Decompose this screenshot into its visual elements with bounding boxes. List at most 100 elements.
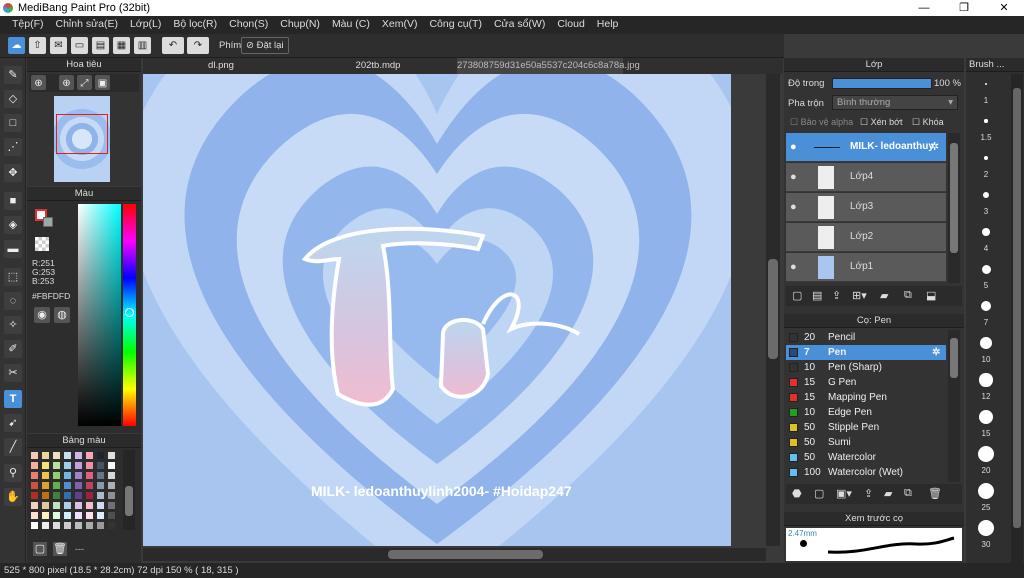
palette-swatch[interactable] (97, 472, 104, 479)
menu-select[interactable]: Chọn(S) (223, 16, 274, 34)
duplicate-icon[interactable]: ⧉ (904, 289, 912, 302)
brush-size-dot[interactable] (980, 337, 992, 349)
palette-swatch[interactable] (86, 522, 93, 529)
palette-swatch[interactable] (64, 522, 71, 529)
palette-scroll-thumb[interactable] (125, 486, 133, 516)
menu-file[interactable]: Tệp(F) (6, 16, 50, 34)
palette-swatch[interactable] (64, 492, 71, 499)
brush-scrollbar[interactable] (948, 330, 960, 482)
palette-swatch[interactable] (97, 522, 104, 529)
close-button[interactable]: ✕ (984, 0, 1024, 16)
palette-swatch[interactable] (42, 502, 49, 509)
palette-swatch[interactable] (75, 492, 82, 499)
select-pen-icon[interactable]: ✐ (4, 340, 22, 358)
palette-swatch[interactable] (108, 482, 115, 489)
palette-swatch[interactable] (42, 462, 49, 469)
select-rect-icon[interactable]: ⬚ (4, 268, 22, 286)
rect-tool-icon[interactable]: □ (4, 114, 22, 132)
brush-item[interactable]: 50 Sumi (786, 435, 946, 450)
palette-swatch[interactable] (31, 502, 38, 509)
cloud-icon[interactable]: ☁ (8, 37, 25, 54)
palette-swatch[interactable] (108, 462, 115, 469)
add-brush-icon[interactable]: ⬣ (792, 487, 802, 500)
palette-swatch[interactable] (75, 502, 82, 509)
gear-icon[interactable]: ✲ (932, 345, 940, 360)
transparent-swatch[interactable] (35, 237, 49, 251)
saturation-value-square[interactable] (78, 204, 121, 426)
brush-size-scroll-thumb[interactable] (1013, 88, 1021, 528)
magic-wand-icon[interactable]: ✧ (4, 316, 22, 334)
palette-swatch[interactable] (31, 452, 38, 459)
color-wheel-icon[interactable]: ◍ (54, 307, 70, 323)
menu-view[interactable]: Xem(V) (376, 16, 424, 34)
layer-scroll-thumb[interactable] (950, 143, 958, 253)
brush-size-dot[interactable] (982, 228, 990, 236)
palette-swatch[interactable] (42, 482, 49, 489)
layer-row-1[interactable]: ● Lớp1 (786, 253, 946, 282)
opacity-slider[interactable] (832, 78, 932, 89)
folder-icon[interactable]: ▰ (880, 289, 888, 302)
tab-202tb[interactable]: 202tb.mdp (300, 58, 456, 74)
palette-swatch[interactable] (42, 512, 49, 519)
chat-icon[interactable]: ✉ (50, 37, 67, 54)
palette-swatch[interactable] (97, 492, 104, 499)
palette-swatch[interactable] (86, 472, 93, 479)
canvas-hscroll[interactable] (143, 548, 766, 561)
actual-size-icon[interactable]: ▣ (95, 75, 110, 90)
palette-swatch[interactable] (86, 512, 93, 519)
palette-scrollbar[interactable] (123, 450, 135, 530)
palette-swatch[interactable] (108, 492, 115, 499)
new-palette-icon[interactable]: ▢ (33, 542, 47, 556)
new-brush-icon[interactable]: ▢ (814, 487, 824, 500)
brush-scroll-thumb[interactable] (950, 338, 958, 378)
palette-swatch[interactable] (108, 472, 115, 479)
zoom-in-icon[interactable]: ⊕ (31, 75, 46, 90)
eye-icon[interactable]: ● (790, 171, 797, 183)
palette-icon[interactable]: ◉ (34, 307, 50, 323)
grid-icon[interactable]: ▦ (113, 37, 130, 54)
menu-edit[interactable]: Chỉnh sửa(E) (50, 16, 124, 34)
palette-swatch[interactable] (75, 462, 82, 469)
palette-swatch[interactable] (31, 462, 38, 469)
canvas-vscroll[interactable] (766, 74, 780, 546)
brush-item[interactable]: 7 Pen ✲ (786, 345, 946, 360)
tab-dl-png[interactable]: dl.png (143, 58, 299, 74)
eye-icon[interactable]: ● (790, 201, 797, 213)
brush-size-dot[interactable] (978, 446, 994, 462)
new-halftone-layer-icon[interactable]: ▤ (812, 289, 822, 302)
new-layer-icon[interactable]: ▢ (792, 289, 802, 302)
brush-size-scrollbar[interactable] (1011, 74, 1023, 563)
lock-checkbox[interactable]: ☐ Khóa (912, 117, 944, 128)
reset-button[interactable]: ⊘ Đặt lại (241, 37, 289, 54)
brush-import-icon[interactable]: ⇪ (864, 487, 873, 500)
palette-swatch[interactable] (53, 472, 60, 479)
menu-layer[interactable]: Lớp(L) (124, 16, 167, 34)
menu-snap[interactable]: Chụp(N) (274, 16, 326, 34)
hue-handle[interactable] (125, 308, 134, 317)
comic-icon[interactable]: ▭ (71, 37, 88, 54)
lasso-icon[interactable]: ◌ (4, 292, 22, 310)
blend-select[interactable]: Bình thường ▾ (832, 95, 958, 110)
palette-swatch[interactable] (31, 472, 38, 479)
brush-item[interactable]: 15 G Pen (786, 375, 946, 390)
palette-swatch[interactable] (86, 502, 93, 509)
palette-swatch[interactable] (31, 512, 38, 519)
palette-swatch[interactable] (108, 502, 115, 509)
palette-swatch[interactable] (108, 522, 115, 529)
maximize-button[interactable]: ❐ (944, 0, 984, 16)
palette-swatch[interactable] (86, 462, 93, 469)
brush-size-dot[interactable] (984, 119, 988, 123)
palette-swatch[interactable] (64, 512, 71, 519)
viewport-rect[interactable] (56, 114, 108, 154)
canvas-hscroll-thumb[interactable] (388, 550, 543, 559)
canvas-vscroll-thumb[interactable] (768, 259, 778, 359)
delete-palette-icon[interactable]: 🗑 (53, 542, 67, 556)
layer-row-milk[interactable]: ● MILK- ledoanthuy ✲ (786, 133, 946, 162)
eyedropper-icon[interactable]: ⚲ (4, 464, 22, 482)
brush-duplicate-icon[interactable]: ⧉ (904, 487, 912, 500)
layer-row-3[interactable]: ● Lớp3 (786, 193, 946, 222)
palette-swatch[interactable] (64, 452, 71, 459)
layer-row-2[interactable]: Lớp2 (786, 223, 946, 252)
palette-swatch[interactable] (97, 512, 104, 519)
operation-tool-icon[interactable]: ➹ (4, 414, 22, 432)
